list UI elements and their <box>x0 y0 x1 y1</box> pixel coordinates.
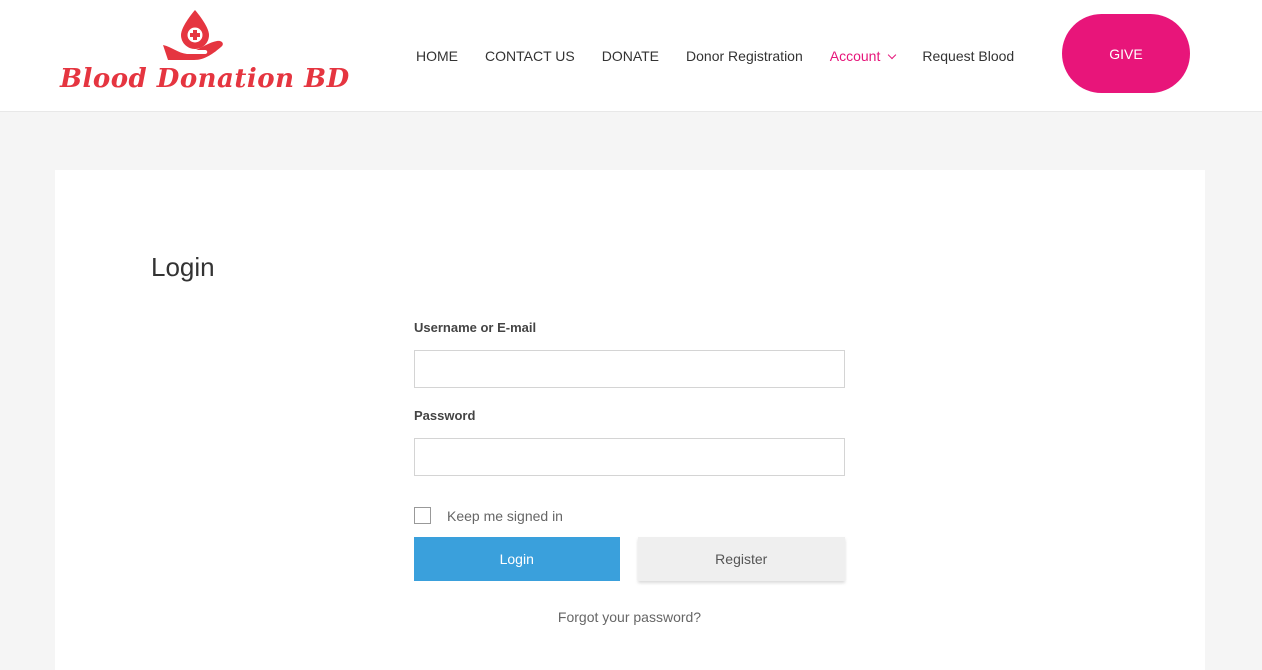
remember-label: Keep me signed in <box>447 507 563 524</box>
forgot-password-link[interactable]: Forgot your password? <box>414 609 845 625</box>
nav-donor-registration[interactable]: Donor Registration <box>686 48 803 64</box>
nav-contact-us[interactable]: CONTACT US <box>485 48 575 64</box>
form-actions: Login Register <box>414 537 845 581</box>
logo-wordmark: Blood Donation BD <box>60 64 350 94</box>
login-button[interactable]: Login <box>414 537 620 581</box>
password-input[interactable] <box>414 438 845 476</box>
give-button[interactable]: GIVE <box>1062 14 1190 93</box>
username-label: Username or E-mail <box>414 320 537 335</box>
site-logo[interactable]: Blood Donation BD <box>60 6 350 106</box>
nav-donate[interactable]: DONATE <box>602 48 659 64</box>
nav-home[interactable]: HOME <box>416 48 458 64</box>
register-button[interactable]: Register <box>637 537 845 581</box>
site-header: Blood Donation BD HOME CONTACT US DONATE… <box>0 0 1262 112</box>
password-label: Password <box>414 408 476 423</box>
login-card: Login Username or E-mail Password Keep m… <box>55 170 1205 670</box>
nav-request-blood[interactable]: Request Blood <box>922 48 1014 64</box>
page-title: Login <box>151 252 215 282</box>
remember-me: Keep me signed in <box>414 507 845 524</box>
main-nav: HOME CONTACT US DONATE Donor Registratio… <box>416 0 1041 112</box>
nav-account[interactable]: Account <box>829 48 897 64</box>
nav-account-label: Account <box>829 48 881 64</box>
remember-checkbox[interactable] <box>414 507 431 524</box>
blood-drop-hand-icon <box>163 10 223 60</box>
login-form: Username or E-mail Password Keep me sign… <box>414 320 845 625</box>
username-input[interactable] <box>414 350 845 388</box>
chevron-down-icon <box>888 50 897 59</box>
